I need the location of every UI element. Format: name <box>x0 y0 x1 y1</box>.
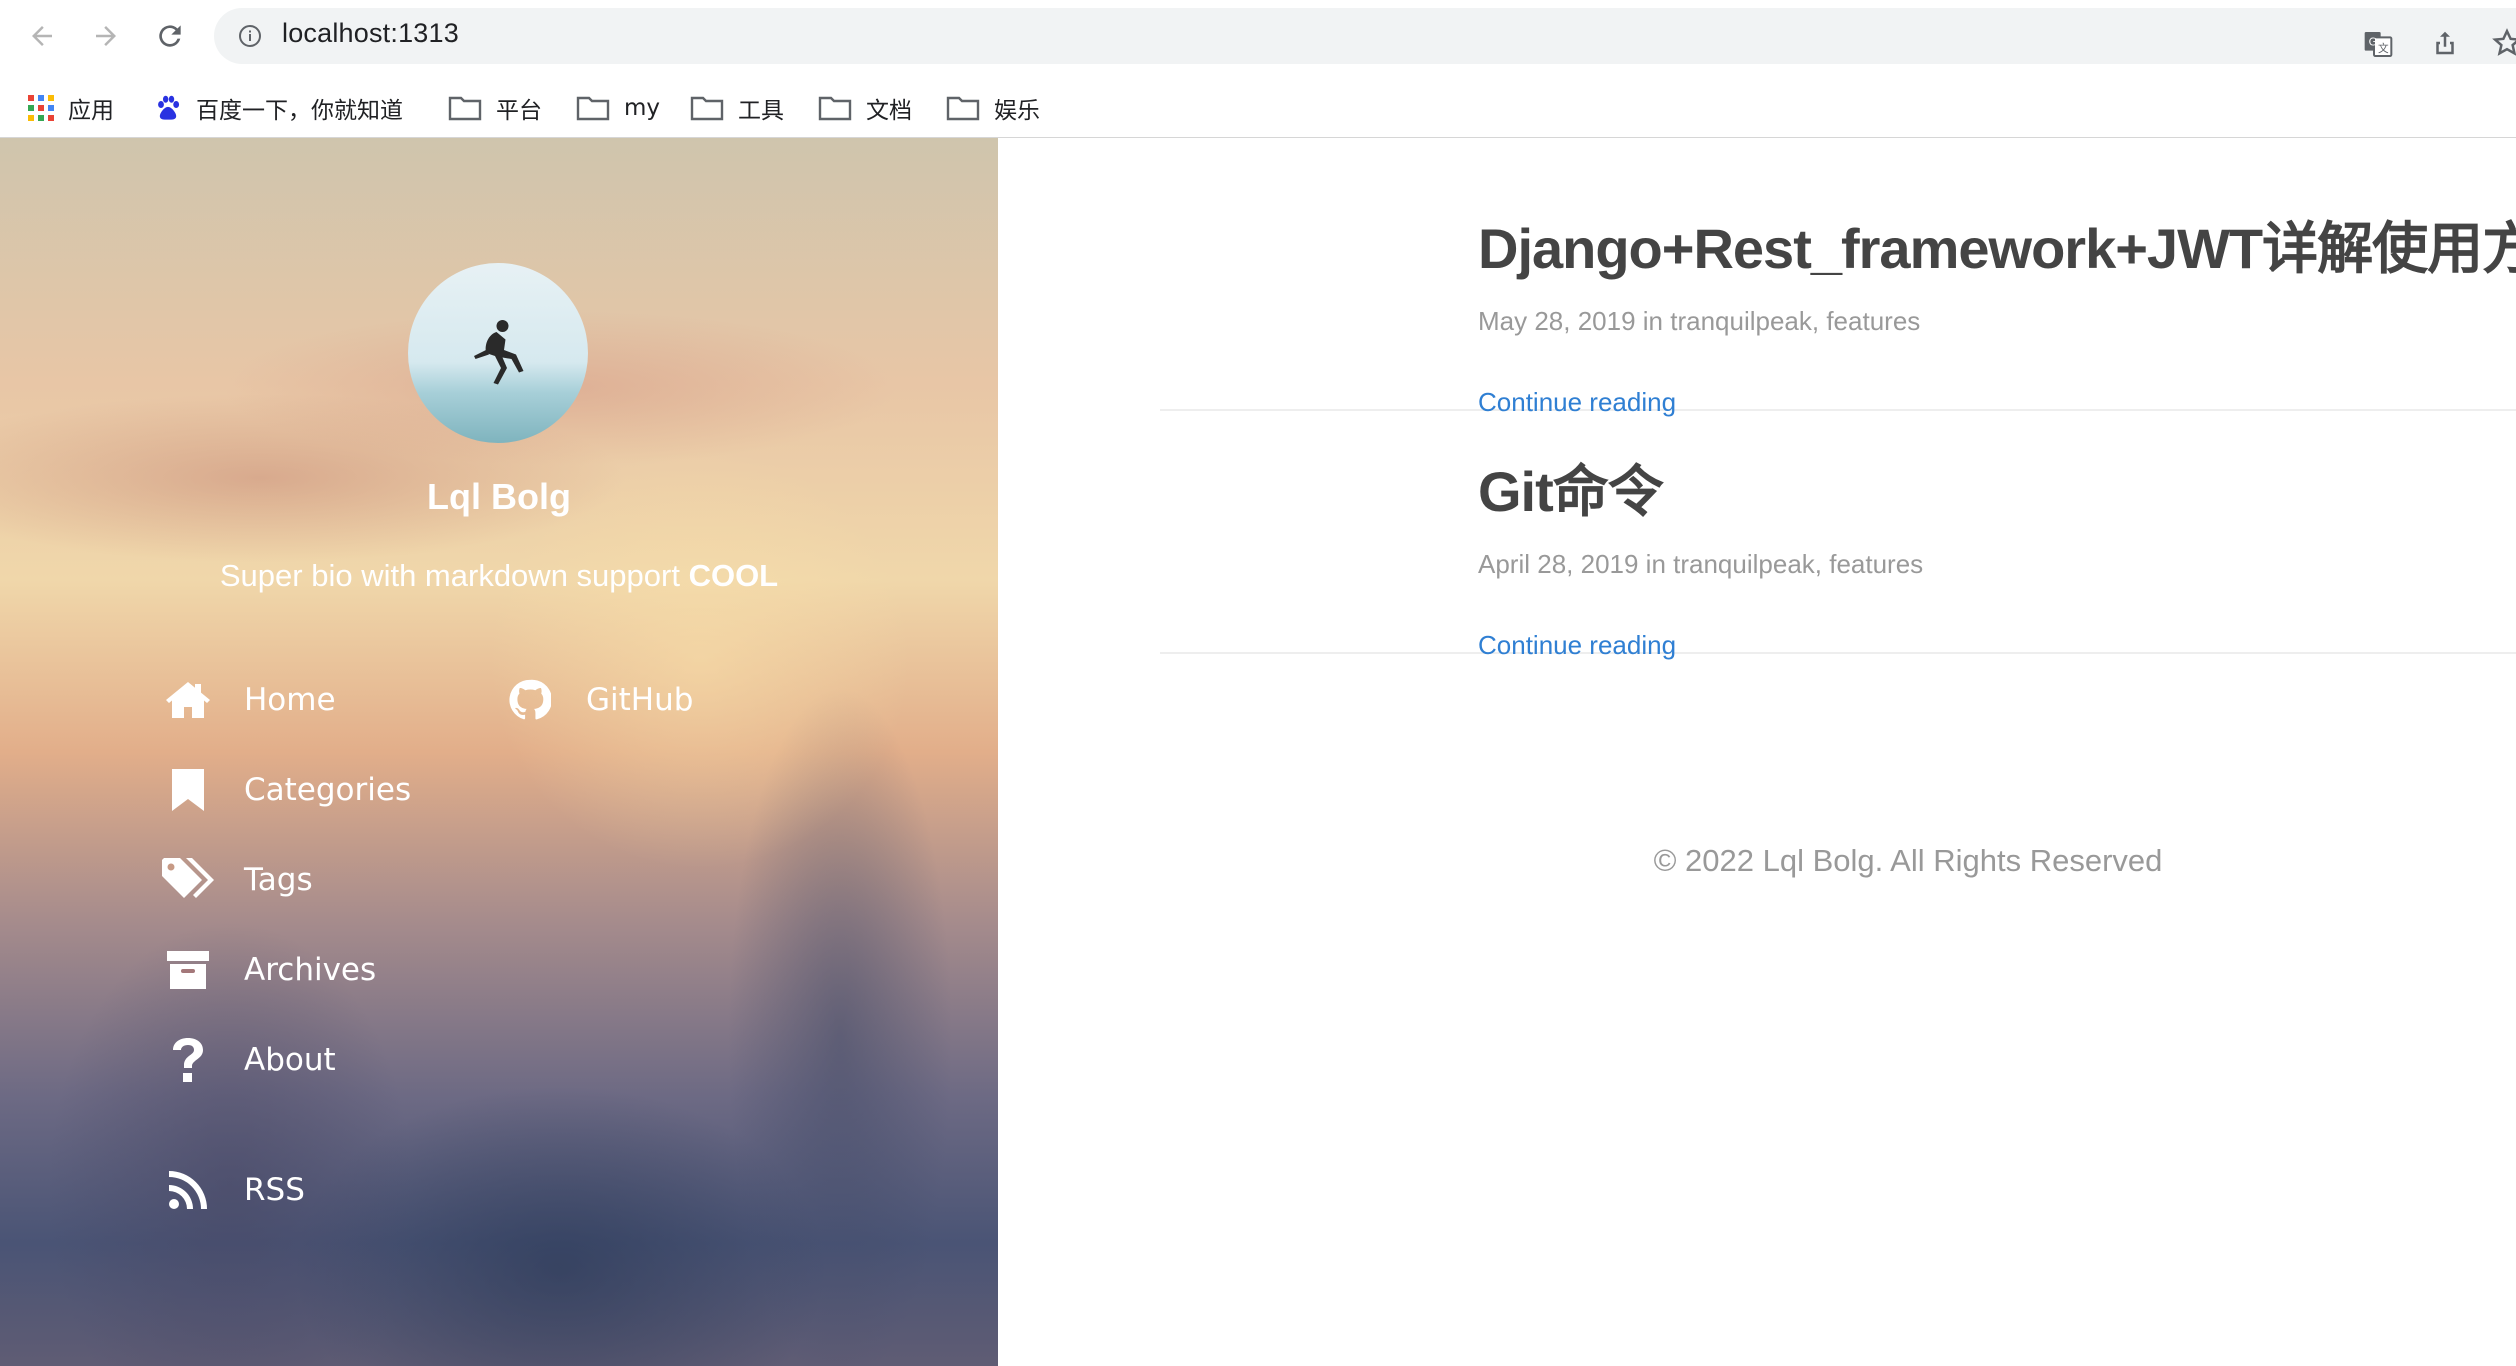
bio-bold: COOL <box>688 558 779 593</box>
arrow-left-icon <box>32 26 52 46</box>
sidebar-item-label: GitHub <box>586 682 694 718</box>
sidebar-item-rss[interactable]: RSS <box>160 1162 305 1218</box>
blog-title[interactable]: Lql Bolg <box>0 476 998 518</box>
bookmark-label: 娱乐 <box>994 98 1040 124</box>
post-title[interactable]: Git命令 <box>1478 447 1664 528</box>
sidebar: Lql Bolg Super bio with markdown support… <box>0 138 998 1366</box>
post-meta: May 28, 2019 in tranquilpeak, features <box>1478 306 1921 336</box>
sidebar-item-label: RSS <box>244 1172 305 1208</box>
share-icon[interactable] <box>2430 28 2460 62</box>
archive-icon <box>160 942 216 998</box>
sidebar-item-label: Categories <box>244 772 412 808</box>
reload-icon <box>159 25 181 47</box>
bookmark-folder-fun[interactable]: 娱乐 <box>946 80 1040 136</box>
svg-text:G: G <box>2369 35 2377 48</box>
baidu-paw-icon <box>158 95 180 120</box>
arrow-right-icon <box>96 26 116 46</box>
site-info-icon[interactable] <box>238 24 262 52</box>
question-icon <box>160 1032 216 1088</box>
bookmark-folder-platform[interactable]: 平台 <box>448 80 542 136</box>
bio-text: Super bio with markdown support <box>219 558 689 593</box>
footer-copyright: © 2022 Lql Bolg. All Rights Reserved <box>1653 843 2163 878</box>
bookmark-label: 文档 <box>866 98 912 124</box>
bookmark-folder-tools[interactable]: 工具 <box>690 80 784 136</box>
bookmark-baidu[interactable]: 百度一下，你就知道 <box>154 80 403 136</box>
bookmark-label: my <box>624 95 661 121</box>
home-icon <box>160 672 216 728</box>
jumping-person-icon <box>474 320 524 385</box>
sidebar-item-label: About <box>244 1042 336 1078</box>
continue-reading-link[interactable]: Continue reading <box>1478 387 1676 418</box>
sidebar-item-archives[interactable]: Archives <box>160 942 376 998</box>
sidebar-item-label: Archives <box>244 952 377 988</box>
url-text[interactable]: localhost:1313 <box>282 18 459 49</box>
bookmark-star-icon[interactable] <box>2492 28 2516 62</box>
main-content: Django+Rest_framework+JWT详解使用方法 May 28, … <box>998 138 2516 1366</box>
sidebar-item-label: Tags <box>244 862 313 898</box>
avatar[interactable] <box>408 263 588 443</box>
sidebar-item-tags[interactable]: Tags <box>160 852 313 908</box>
back-button[interactable] <box>22 16 62 56</box>
tags-icon <box>160 852 216 908</box>
browser-chrome: localhost:1313 G文 应用 百度一下，你就知道 平台 my 工具 … <box>0 0 2516 138</box>
folder-icon <box>690 96 724 121</box>
forward-button[interactable] <box>86 16 126 56</box>
post-title[interactable]: Django+Rest_framework+JWT详解使用方法 <box>1478 204 2516 285</box>
post-item: Git命令 April 28, 2019 in tranquilpeak, fe… <box>1160 447 2516 660</box>
sidebar-item-label: Home <box>244 682 336 718</box>
reload-button[interactable] <box>150 16 190 56</box>
bookmark-folder-docs[interactable]: 文档 <box>818 80 912 136</box>
sidebar-item-about[interactable]: About <box>160 1032 336 1088</box>
folder-icon <box>946 96 980 121</box>
bookmark-label: 应用 <box>68 98 114 124</box>
bookmark-label: 工具 <box>738 98 784 124</box>
rss-icon <box>160 1162 216 1218</box>
bookmark-label: 百度一下，你就知道 <box>196 98 403 124</box>
blog-bio: Super bio with markdown support COOL <box>0 558 998 594</box>
bookmark-folder-my[interactable]: my <box>576 80 660 136</box>
continue-reading-link[interactable]: Continue reading <box>1478 630 1676 661</box>
translate-icon[interactable]: G文 <box>2362 28 2394 64</box>
apps-grid-icon <box>28 95 54 121</box>
post-meta: April 28, 2019 in tranquilpeak, features <box>1478 549 1924 579</box>
bookmark-label: 平台 <box>496 98 542 124</box>
github-icon <box>502 672 558 728</box>
folder-icon <box>448 96 482 121</box>
post-item: Django+Rest_framework+JWT详解使用方法 May 28, … <box>1160 204 2516 417</box>
folder-icon <box>818 96 852 121</box>
sidebar-item-home[interactable]: Home <box>160 672 336 728</box>
sidebar-item-github[interactable]: GitHub <box>502 672 693 728</box>
folder-icon <box>576 96 610 121</box>
bookmark-apps[interactable]: 应用 <box>28 80 114 136</box>
address-bar[interactable]: localhost:1313 G文 <box>214 8 2516 64</box>
sidebar-item-categories[interactable]: Categories <box>160 762 411 818</box>
bookmarks-bar: 应用 百度一下，你就知道 平台 my 工具 文档 娱乐 <box>0 80 2516 136</box>
bookmark-icon <box>160 762 216 818</box>
svg-text:文: 文 <box>2378 42 2389 55</box>
